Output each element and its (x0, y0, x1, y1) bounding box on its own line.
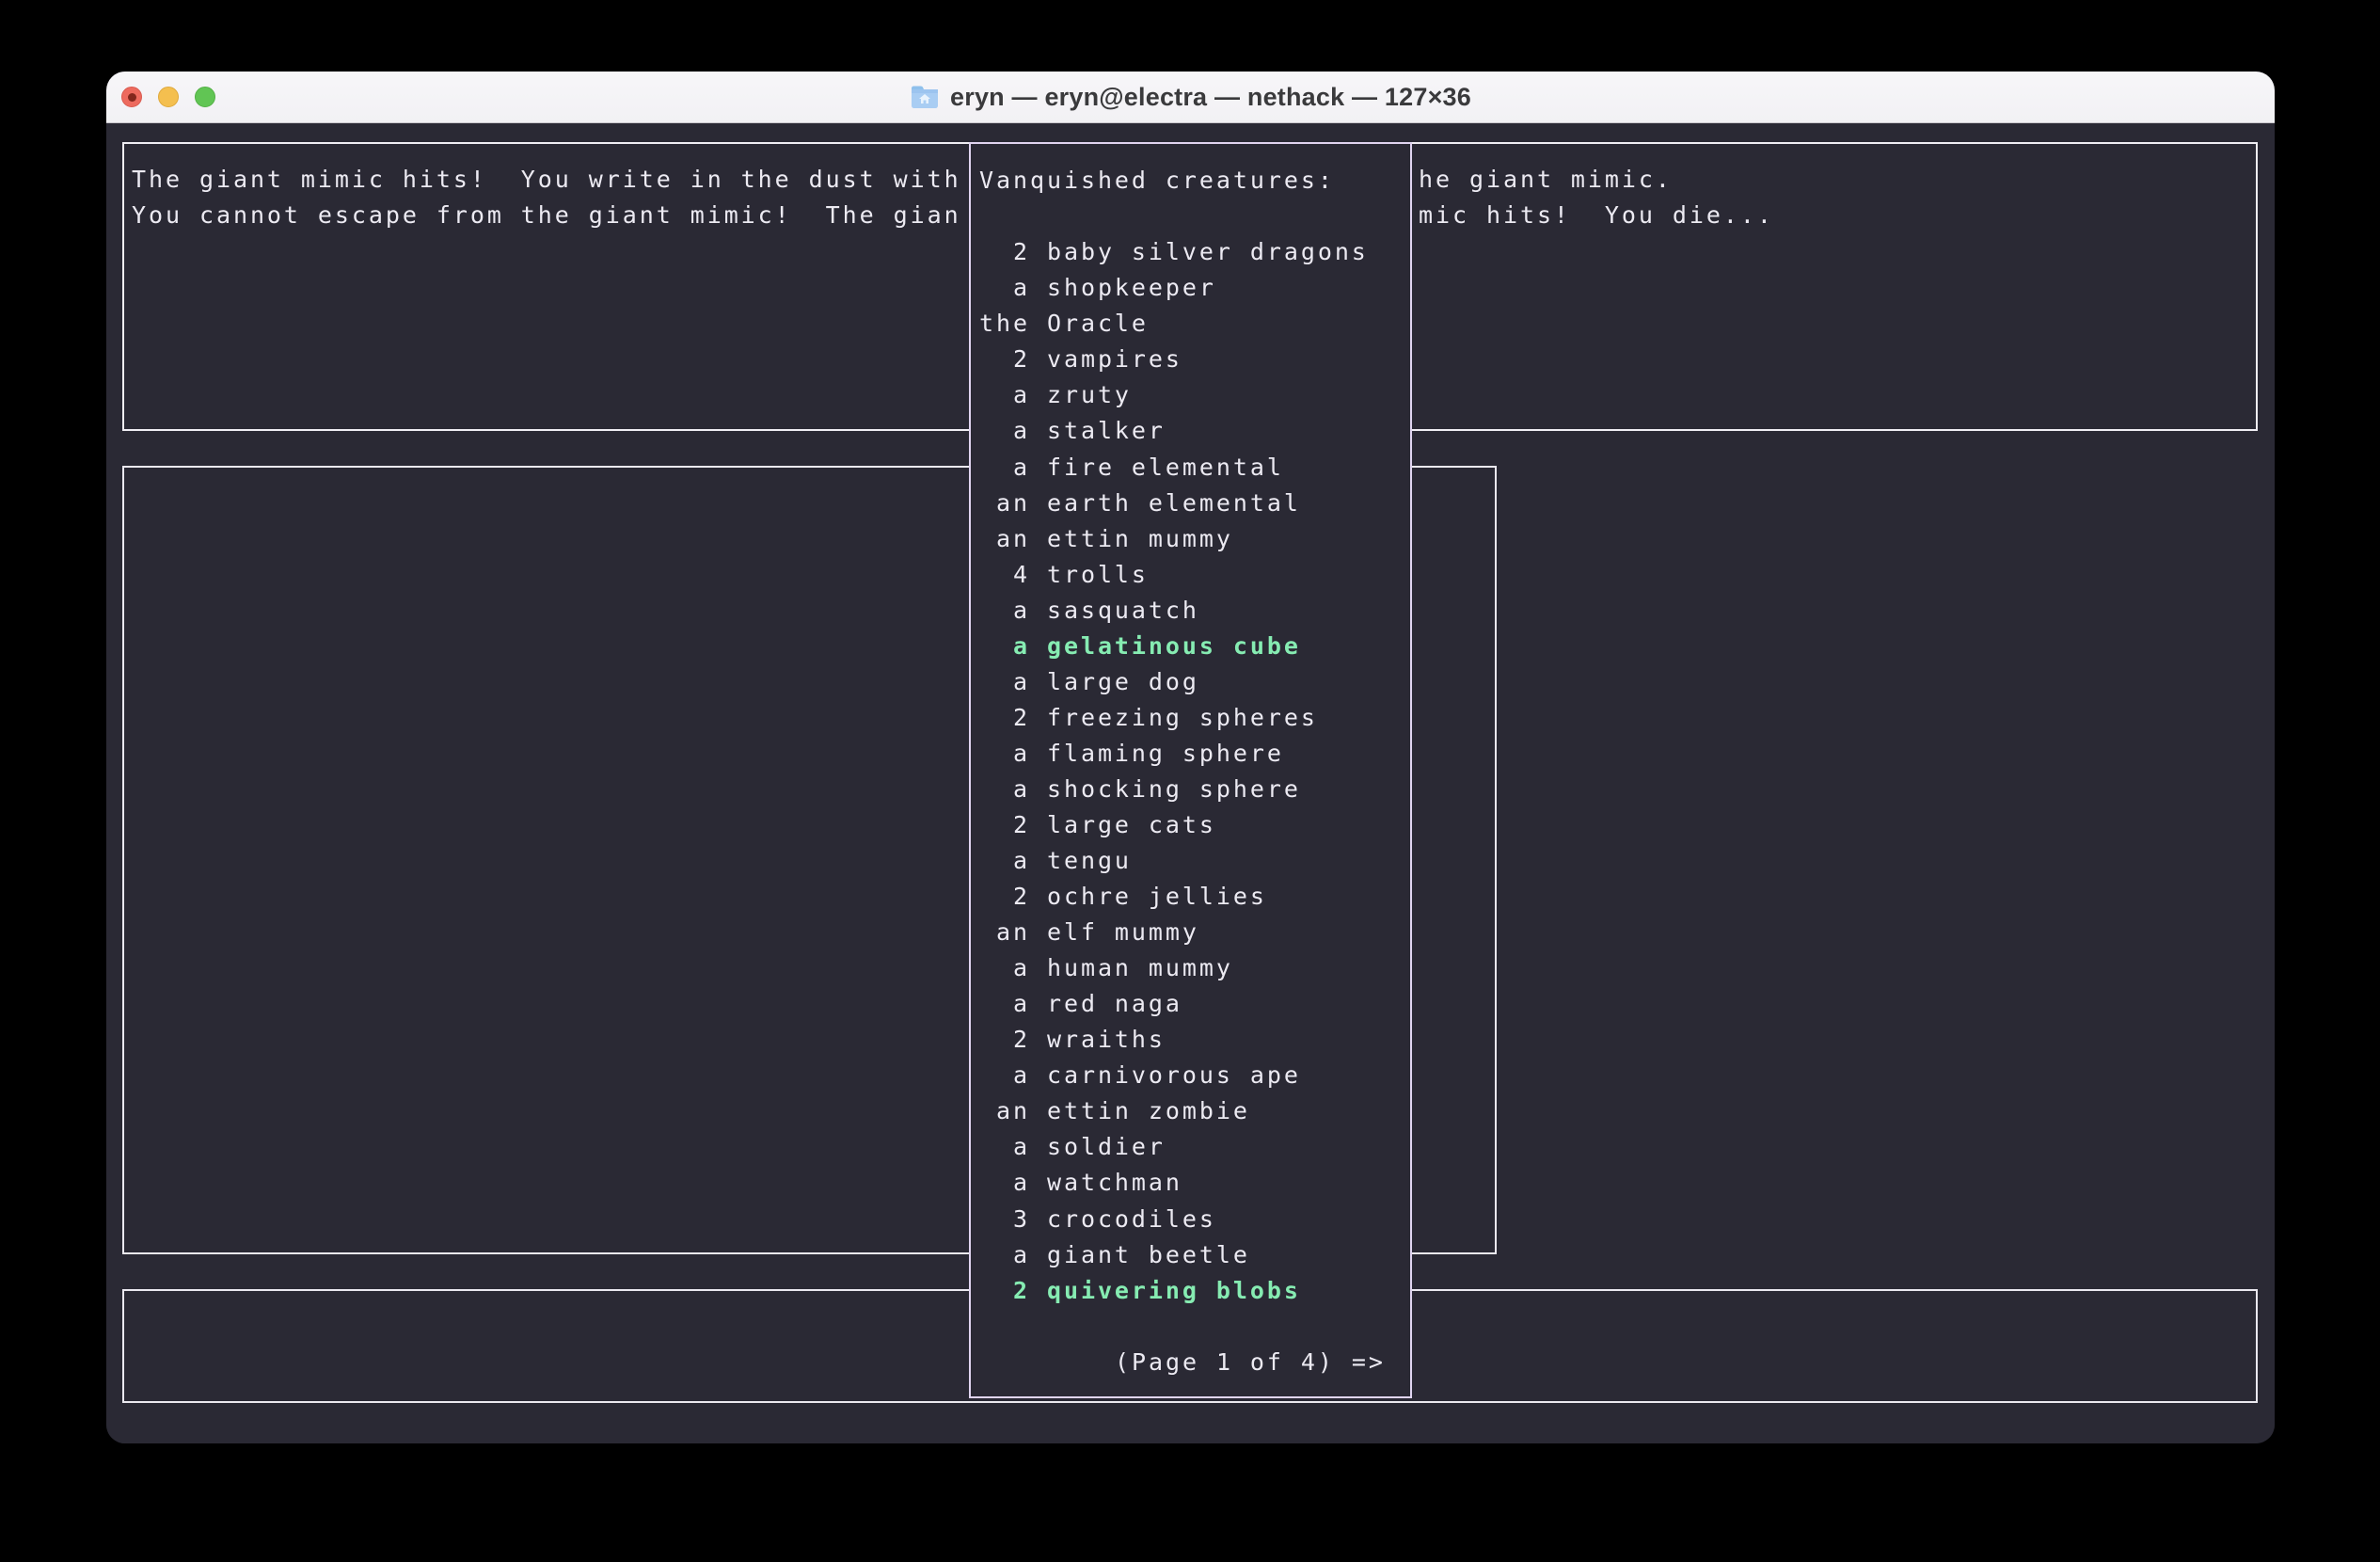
desktop: eryn — eryn@electra — nethack — 127×36 T… (0, 0, 2380, 1562)
vanquished-item: a gelatinous cube (979, 629, 1301, 664)
terminal-window: eryn — eryn@electra — nethack — 127×36 T… (106, 72, 2275, 1443)
vanquished-item: 4 trolls (979, 557, 1149, 593)
vanquished-item: 2 quivering blobs (979, 1273, 1301, 1309)
close-button[interactable] (121, 87, 142, 107)
vanquished-item: an ettin zombie (979, 1093, 1250, 1129)
vanquished-item: an earth elemental (979, 486, 1301, 521)
vanquished-item: a tengu (979, 843, 1132, 879)
traffic-lights (121, 72, 215, 122)
home-folder-icon (910, 85, 940, 110)
vanquished-item: an ettin mummy (979, 521, 1233, 557)
message-text: The giant mimic hits! You write in the d… (132, 162, 961, 198)
minimize-button[interactable] (158, 87, 179, 107)
vanquished-creatures-menu: Vanquished creatures: 2 baby silver drag… (969, 142, 1412, 1398)
vanquished-item: a fire elemental (979, 450, 1284, 486)
vanquished-item: a human mummy (979, 950, 1233, 986)
vanquished-item: 2 large cats (979, 807, 1216, 843)
vanquished-item: a flaming sphere (979, 736, 1284, 772)
terminal-screen[interactable]: The giant mimic hits! You write in the d… (106, 123, 2275, 1443)
zoom-button[interactable] (195, 87, 215, 107)
vanquished-item: a giant beetle (979, 1237, 1250, 1273)
vanquished-item: a red naga (979, 986, 1182, 1022)
menu-title: Vanquished creatures: (979, 163, 1335, 199)
vanquished-item: a shopkeeper (979, 270, 1216, 306)
vanquished-item: a stalker (979, 413, 1166, 449)
window-title: eryn — eryn@electra — nethack — 127×36 (950, 83, 1471, 112)
vanquished-item: 3 crocodiles (979, 1202, 1216, 1237)
vanquished-item: a carnivorous ape (979, 1058, 1301, 1093)
vanquished-item: 2 ochre jellies (979, 879, 1267, 915)
vanquished-item: a large dog (979, 664, 1199, 700)
vanquished-item: the Oracle (979, 306, 1149, 342)
vanquished-item: a sasquatch (979, 593, 1199, 629)
vanquished-item: a zruty (979, 377, 1132, 413)
vanquished-item: 2 freezing spheres (979, 700, 1318, 736)
vanquished-item: a soldier (979, 1129, 1166, 1165)
vanquished-item: a watchman (979, 1165, 1182, 1201)
message-text: You cannot escape from the giant mimic! … (132, 198, 961, 233)
menu-page-indicator: (Page 1 of 4) => (1115, 1345, 1386, 1380)
vanquished-item: 2 vampires (979, 342, 1182, 377)
message-text: he giant mimic. (1419, 162, 1673, 198)
vanquished-item: 2 baby silver dragons (979, 234, 1369, 270)
vanquished-item: a shocking sphere (979, 772, 1301, 807)
window-titlebar[interactable]: eryn — eryn@electra — nethack — 127×36 (106, 72, 2275, 123)
vanquished-item: 2 wraiths (979, 1022, 1166, 1058)
vanquished-item: an elf mummy (979, 915, 1199, 950)
message-text: mic hits! You die... (1419, 198, 1774, 233)
